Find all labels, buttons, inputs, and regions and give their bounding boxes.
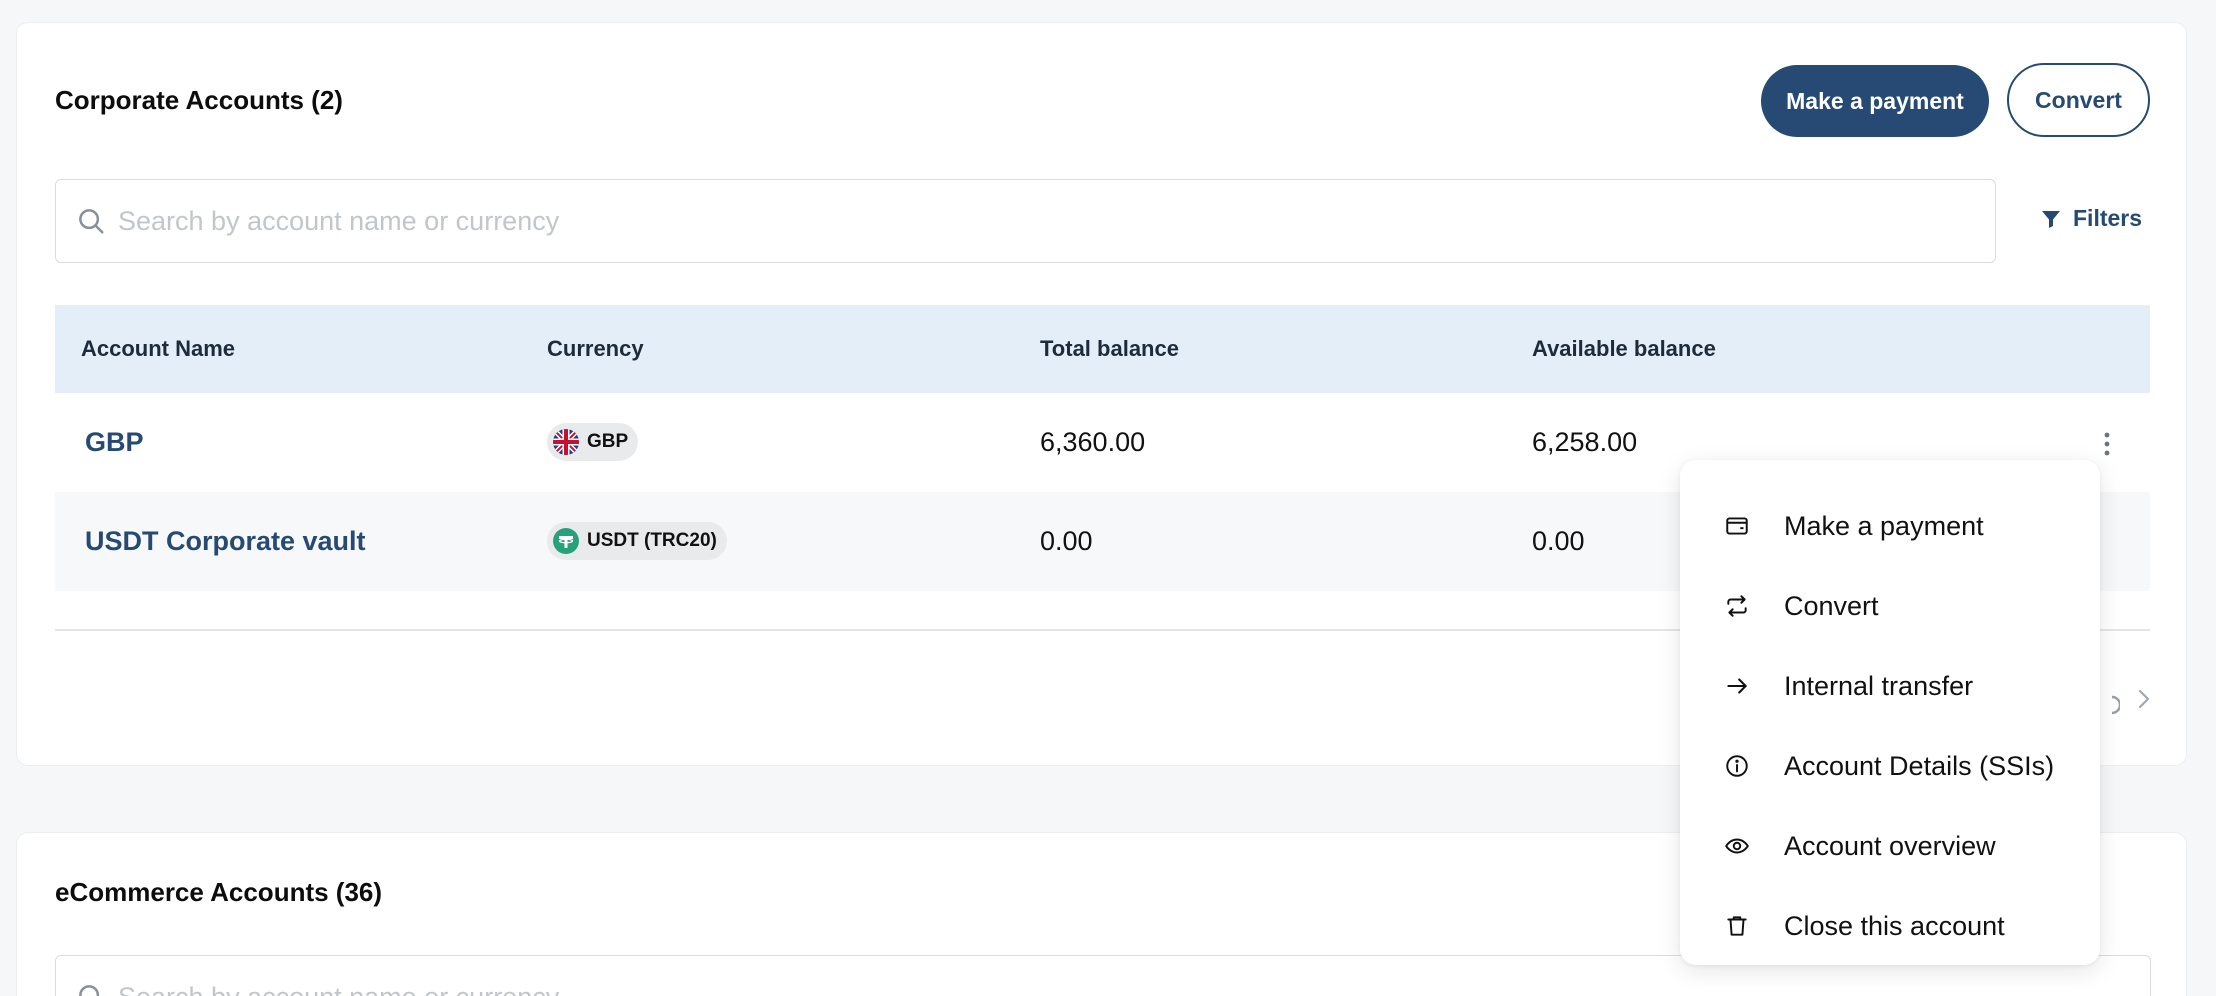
filters-label: Filters [2073, 205, 2143, 231]
available-balance: 6,258.00 [1532, 427, 1638, 457]
column-header-total-balance: Total balance [1040, 336, 1179, 361]
more-actions-icon[interactable] [2097, 429, 2117, 459]
info-icon [1726, 755, 1748, 777]
column-header-account-name: Account Name [81, 336, 236, 361]
filters-button[interactable]: Filters [2039, 205, 2142, 232]
row-actions-menu: Make a payment Convert Internal transfer… [1680, 460, 2100, 965]
pagination-indicator [2111, 695, 2120, 715]
wallet-icon [1726, 517, 1748, 535]
corporate-search-input[interactable] [118, 205, 1918, 237]
convert-arrows-icon [1727, 595, 1747, 617]
menu-item-label: Account Details (SSIs) [1784, 750, 2055, 781]
menu-item-convert[interactable]: Convert [1680, 566, 2100, 646]
menu-item-label: Convert [1784, 590, 1879, 621]
currency-badge: GBP [547, 423, 639, 461]
column-header-currency: Currency [547, 336, 644, 361]
currency-badge: USDT (TRC20) [547, 522, 727, 560]
arrow-right-icon [1727, 678, 1747, 694]
corporate-search-field[interactable] [55, 179, 1996, 263]
account-name-link[interactable]: USDT Corporate vault [81, 526, 366, 556]
menu-item-label: Close this account [1784, 910, 2005, 941]
convert-button[interactable]: Convert [2007, 63, 2150, 137]
menu-item-close-account[interactable]: Close this account [1680, 886, 2100, 966]
filter-funnel-icon [2042, 210, 2060, 228]
menu-item-internal-transfer[interactable]: Internal transfer [1680, 646, 2100, 726]
total-balance: 6,360.00 [1040, 427, 1146, 457]
menu-item-label: Internal transfer [1784, 670, 1974, 701]
currency-code: USDT (TRC20) [587, 530, 717, 551]
ecommerce-accounts-title: eCommerce Accounts (36) [55, 877, 383, 907]
menu-item-make-payment[interactable]: Make a payment [1680, 486, 2100, 566]
currency-code: GBP [587, 431, 629, 452]
menu-item-account-details[interactable]: Account Details (SSIs) [1680, 726, 2100, 806]
next-page-chevron-icon[interactable] [2135, 685, 2153, 713]
account-name-link[interactable]: GBP [81, 427, 144, 457]
eye-icon [1725, 838, 1749, 854]
search-icon [79, 209, 104, 234]
corporate-accounts-title: Corporate Accounts (2) [55, 85, 343, 115]
table-header: Account Name Currency Total balance Avai… [55, 305, 2150, 393]
menu-item-label: Account overview [1784, 830, 1996, 861]
uk-flag-icon [553, 429, 579, 455]
total-balance: 0.00 [1040, 526, 1093, 556]
menu-item-label: Make a payment [1784, 510, 1984, 541]
search-icon [79, 985, 100, 996]
make-payment-button[interactable]: Make a payment [1761, 65, 1989, 137]
trash-icon [1727, 916, 1747, 936]
tether-icon [553, 528, 579, 554]
menu-item-account-overview[interactable]: Account overview [1680, 806, 2100, 886]
column-header-available-balance: Available balance [1532, 336, 1716, 361]
ecommerce-search-input[interactable] [118, 981, 1918, 996]
